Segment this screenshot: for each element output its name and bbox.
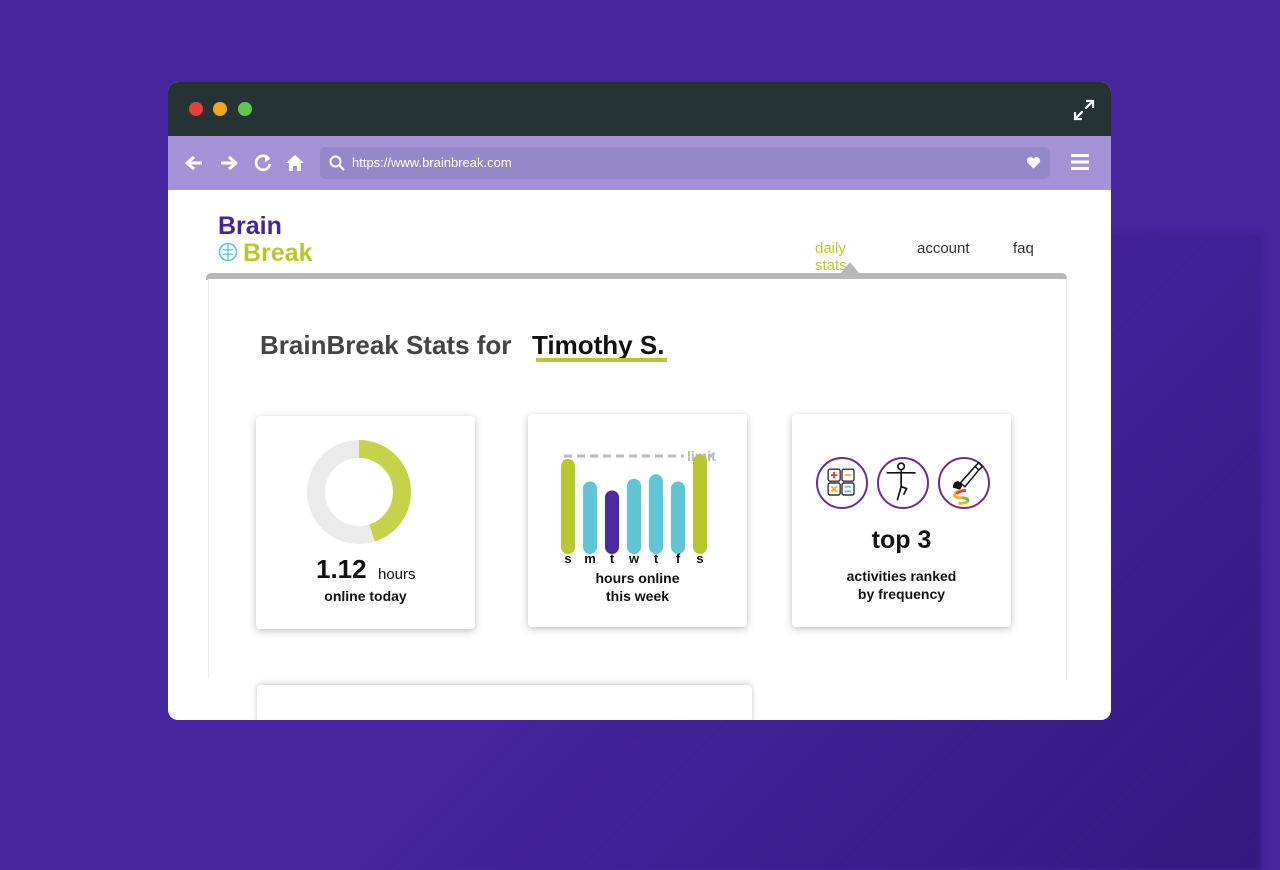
logo-break-text: Break: [243, 239, 313, 267]
forward-arrow-icon[interactable]: [219, 153, 239, 173]
close-window-button[interactable]: [189, 102, 203, 116]
expand-icon[interactable]: [1073, 99, 1095, 121]
address-bar[interactable]: https://www.brainbreak.com: [320, 147, 1050, 179]
back-arrow-icon[interactable]: [184, 153, 204, 173]
brain-icon: [218, 242, 238, 262]
nav-account[interactable]: account: [917, 240, 970, 257]
title-bar: [168, 82, 1111, 136]
url-text[interactable]: https://www.brainbreak.com: [352, 155, 512, 170]
heart-icon[interactable]: [1026, 156, 1041, 170]
browser-toolbar: https://www.brainbreak.com: [168, 136, 1111, 190]
reload-icon[interactable]: [253, 153, 273, 173]
minimize-window-button[interactable]: [213, 102, 227, 116]
zoom-window-button[interactable]: [238, 102, 252, 116]
search-icon: [329, 155, 345, 171]
hamburger-menu-icon[interactable]: [1071, 153, 1089, 171]
nav-daily-stats[interactable]: daily stats: [815, 240, 847, 274]
nav-faq[interactable]: faq: [1013, 240, 1034, 257]
home-icon[interactable]: [285, 153, 305, 173]
logo-brain-text: Brain: [218, 212, 282, 240]
browser-window: https://www.brainbreak.com: [168, 82, 1111, 720]
